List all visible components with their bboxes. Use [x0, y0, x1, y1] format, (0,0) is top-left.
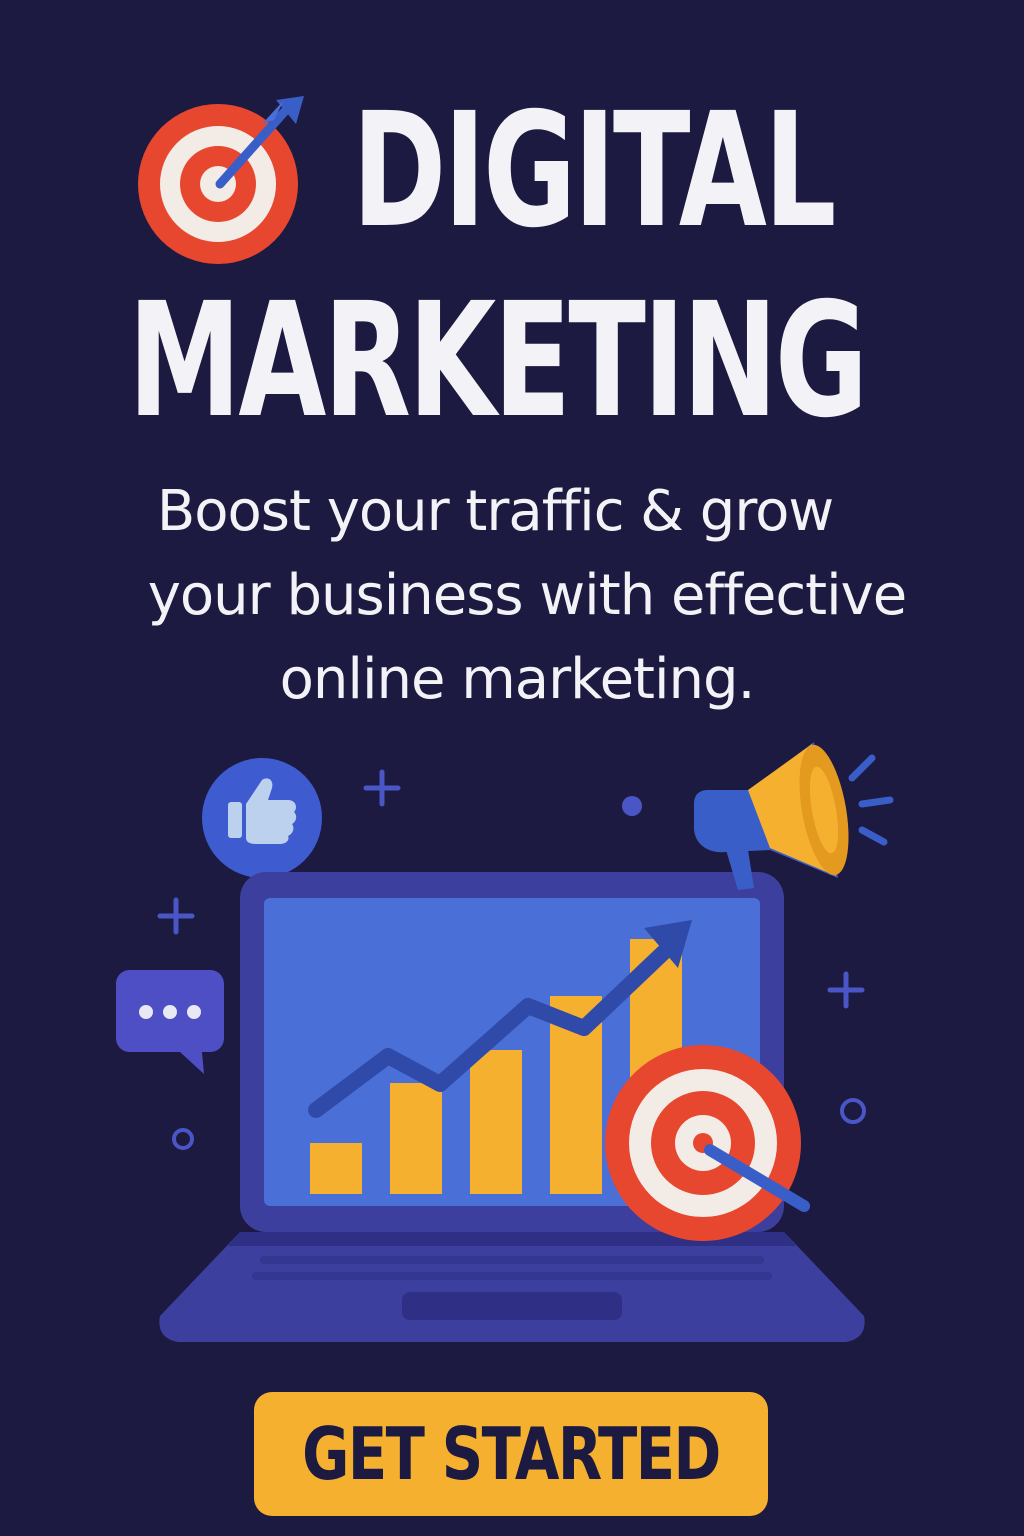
tagline-line-3: online marketing.: [279, 647, 756, 712]
chart-bar: [310, 1143, 362, 1194]
plus-sparkle-icon: [363, 769, 401, 807]
target-with-dart-icon: [605, 1045, 810, 1241]
chart-bar: [470, 1050, 522, 1194]
megaphone-icon: [694, 742, 894, 890]
target-icon: [138, 96, 304, 264]
chart-bar: [390, 1083, 442, 1194]
title-line-1: DIGITAL: [352, 79, 836, 263]
title-line-2: MARKETING: [128, 269, 868, 453]
tagline-line-1: Boost your traffic & grow: [156, 479, 834, 544]
get-started-label: GET STARTED: [302, 1412, 721, 1496]
dot-sparkle-icon: [622, 796, 642, 816]
thumbs-up-icon: [202, 758, 322, 878]
tagline-line-2: your business with effective: [147, 563, 907, 628]
get-started-button[interactable]: GET STARTED: [254, 1392, 768, 1516]
poster: DIGITAL MARKETING Boost your traffic & g…: [0, 0, 1024, 1536]
tagline: Boost your traffic & grow your business …: [0, 470, 1024, 722]
